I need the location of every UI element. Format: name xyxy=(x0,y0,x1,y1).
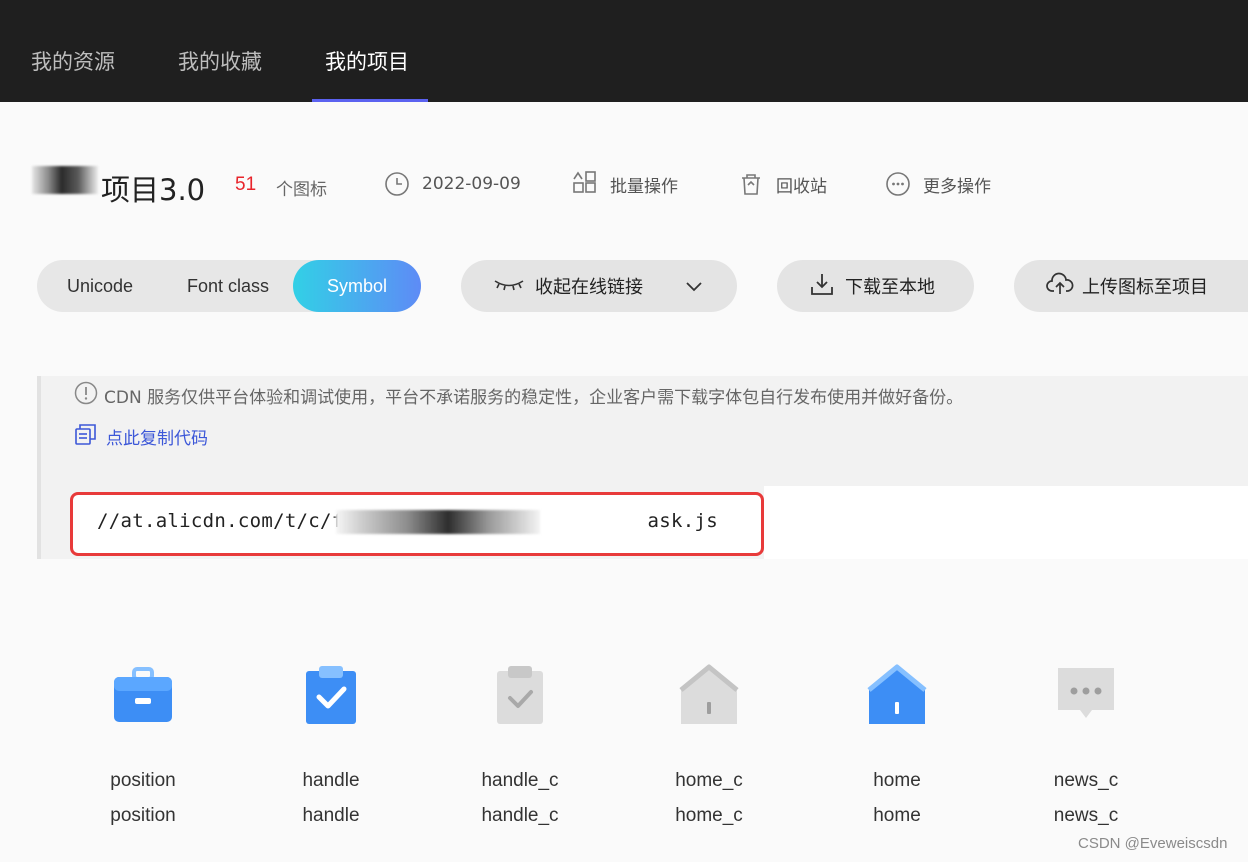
clock-icon xyxy=(384,171,410,197)
copy-doc-icon xyxy=(74,422,98,451)
icon-card-handle-c[interactable]: handle_c handle_c xyxy=(455,660,585,850)
batch-operation-label: 批量操作 xyxy=(610,176,678,197)
clipboard-check-icon xyxy=(488,660,552,726)
format-tabs: Unicode Font class Symbol xyxy=(37,260,421,312)
batch-operation-button[interactable]: 批量操作 xyxy=(572,168,678,200)
copy-code-link[interactable]: 点此复制代码 xyxy=(74,423,208,449)
home-icon xyxy=(677,660,741,726)
project-name-redacted xyxy=(32,166,98,194)
icon-name: handle xyxy=(302,770,360,791)
info-icon xyxy=(74,381,98,410)
trash-icon xyxy=(738,171,764,197)
batch-grid-icon xyxy=(572,171,598,197)
icon-code: handle xyxy=(302,805,360,826)
icon-name: home xyxy=(873,770,921,791)
icon-code: position xyxy=(110,805,176,826)
more-actions-label: 更多操作 xyxy=(923,176,991,197)
icon-code: home_c xyxy=(675,805,743,826)
icon-card-news-c[interactable]: news_c news_c xyxy=(1021,660,1151,850)
briefcase-icon xyxy=(111,660,175,726)
more-actions-button[interactable]: 更多操作 xyxy=(885,168,991,200)
cdn-url-suffix: ask.js xyxy=(647,510,718,532)
message-dots-icon xyxy=(1054,660,1118,726)
cdn-url-redacted xyxy=(336,510,540,534)
cdn-url-prefix: //at.alicdn.com/t/c/f xyxy=(97,510,344,532)
recycle-bin-label: 回收站 xyxy=(776,176,827,197)
project-date-text: 2022-09-09 xyxy=(422,174,521,194)
project-date: 2022-09-09 xyxy=(384,168,521,200)
tab-font-class[interactable]: Font class xyxy=(163,260,293,312)
icon-code: handle_c xyxy=(481,805,559,826)
recycle-bin-button[interactable]: 回收站 xyxy=(738,168,827,200)
collapse-online-link-button[interactable]: 收起在线链接 xyxy=(461,260,737,312)
tab-my-resources[interactable]: 我的资源 xyxy=(31,46,115,76)
icon-card-home-c[interactable]: home_c home_c xyxy=(644,660,774,850)
chevron-down-icon xyxy=(685,276,703,297)
cdn-notice-text: CDN 服务仅供平台体验和调试使用，平台不承诺服务的稳定性，企业客户需下载字体包… xyxy=(104,387,964,408)
icon-name: handle_c xyxy=(481,770,559,791)
more-dots-icon xyxy=(885,171,911,197)
icon-name: home_c xyxy=(675,770,743,791)
icon-card-home[interactable]: home home xyxy=(832,660,962,850)
icon-card-handle[interactable]: handle handle xyxy=(266,660,396,850)
tab-unicode[interactable]: Unicode xyxy=(37,260,163,312)
icon-name: news_c xyxy=(1053,770,1119,791)
collapse-online-link-label: 收起在线链接 xyxy=(535,277,643,298)
icon-count-label: 个图标 xyxy=(276,180,327,200)
tab-symbol[interactable]: Symbol xyxy=(293,260,421,312)
icon-name: position xyxy=(110,770,176,791)
clipboard-check-icon xyxy=(299,660,363,726)
top-nav-bar: 我的资源 我的收藏 我的项目 xyxy=(0,0,1248,102)
home-icon xyxy=(865,660,929,726)
code-area-background xyxy=(764,486,1248,559)
download-local-button[interactable]: 下载至本地 xyxy=(777,260,974,312)
watermark: CSDN @Eveweiscsdn xyxy=(1078,835,1228,852)
tab-my-projects[interactable]: 我的项目 xyxy=(325,46,409,76)
copy-code-label: 点此复制代码 xyxy=(106,428,208,449)
download-icon xyxy=(809,271,835,302)
cdn-notice: CDN 服务仅供平台体验和调试使用，平台不承诺服务的稳定性，企业客户需下载字体包… xyxy=(74,381,964,410)
icon-code: news_c xyxy=(1053,805,1119,826)
icon-card-position[interactable]: position position xyxy=(78,660,208,850)
upload-icons-label: 上传图标至项目 xyxy=(1082,277,1208,298)
download-local-label: 下载至本地 xyxy=(845,277,935,298)
upload-icons-button[interactable]: 上传图标至项目 xyxy=(1014,260,1248,312)
cloud-upload-icon xyxy=(1046,272,1074,301)
icon-count: 51 xyxy=(235,174,257,195)
project-title: 项目3.0 xyxy=(101,173,206,207)
tab-my-favorites[interactable]: 我的收藏 xyxy=(178,46,262,76)
eye-closed-icon xyxy=(493,276,525,297)
icon-code: home xyxy=(873,805,921,826)
